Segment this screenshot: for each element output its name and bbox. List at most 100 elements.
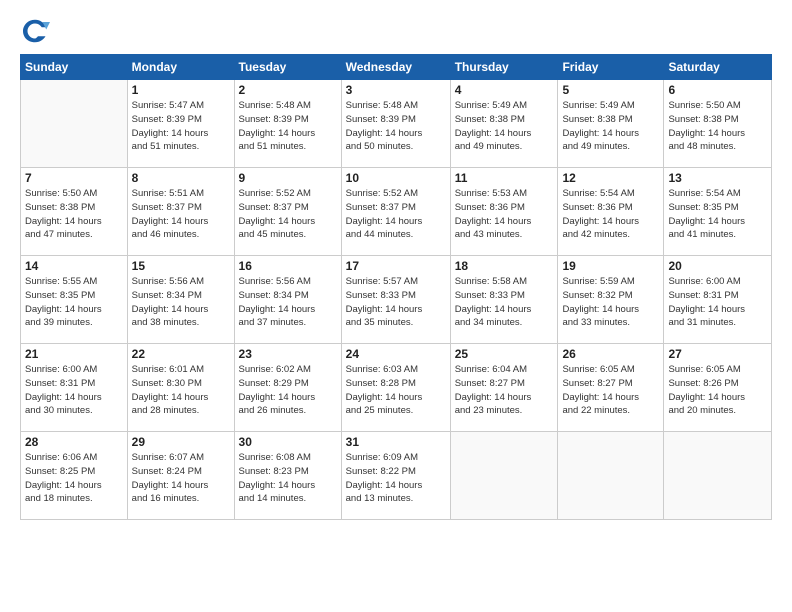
calendar-week-row: 28 Sunrise: 6:06 AM Sunset: 8:25 PM Dayli… bbox=[21, 432, 772, 520]
day-number: 11 bbox=[455, 171, 554, 185]
calendar-cell: 6 Sunrise: 5:50 AM Sunset: 8:38 PM Daylig… bbox=[664, 80, 772, 168]
day-number: 25 bbox=[455, 347, 554, 361]
calendar-cell: 15Sunrise: 5:56 AM Sunset: 8:34 PM Dayli… bbox=[127, 256, 234, 344]
day-info: Sunrise: 5:48 AM Sunset: 8:39 PM Dayligh… bbox=[239, 99, 337, 154]
calendar-cell bbox=[558, 432, 664, 520]
calendar-body: 1 Sunrise: 5:47 AM Sunset: 8:39 PM Daylig… bbox=[21, 80, 772, 520]
day-number: 21 bbox=[25, 347, 123, 361]
day-number: 8 bbox=[132, 171, 230, 185]
day-info: Sunrise: 5:53 AM Sunset: 8:36 PM Dayligh… bbox=[455, 187, 554, 242]
day-info: Sunrise: 5:51 AM Sunset: 8:37 PM Dayligh… bbox=[132, 187, 230, 242]
day-number: 7 bbox=[25, 171, 123, 185]
day-number: 1 bbox=[132, 83, 230, 97]
day-number: 22 bbox=[132, 347, 230, 361]
day-number: 20 bbox=[668, 259, 767, 273]
day-number: 14 bbox=[25, 259, 123, 273]
logo bbox=[20, 16, 54, 46]
calendar-cell: 12 Sunrise: 5:54 AM Sunset: 8:36 PM Dayli… bbox=[558, 168, 664, 256]
calendar-cell: 17 Sunrise: 5:57 AM Sunset: 8:33 PM Dayli… bbox=[341, 256, 450, 344]
day-info: Sunrise: 5:47 AM Sunset: 8:39 PM Dayligh… bbox=[132, 99, 230, 154]
day-number: 24 bbox=[346, 347, 446, 361]
day-info: Sunrise: 6:01 AM Sunset: 8:30 PM Dayligh… bbox=[132, 363, 230, 418]
calendar-header: SundayMondayTuesdayWednesdayThursdayFrid… bbox=[21, 55, 772, 80]
logo-icon bbox=[20, 16, 50, 46]
day-info: Sunrise: 5:50 AM Sunset: 8:38 PM Dayligh… bbox=[25, 187, 123, 242]
day-number: 12 bbox=[562, 171, 659, 185]
weekday-header: Thursday bbox=[450, 55, 558, 80]
day-number: 29 bbox=[132, 435, 230, 449]
calendar-cell: 29 Sunrise: 6:07 AM Sunset: 8:24 PM Dayli… bbox=[127, 432, 234, 520]
day-number: 23 bbox=[239, 347, 337, 361]
day-info: Sunrise: 5:58 AM Sunset: 8:33 PM Dayligh… bbox=[455, 275, 554, 330]
day-info: Sunrise: 5:59 AM Sunset: 8:32 PM Dayligh… bbox=[562, 275, 659, 330]
calendar-cell: 25 Sunrise: 6:04 AM Sunset: 8:27 PM Dayli… bbox=[450, 344, 558, 432]
day-info: Sunrise: 6:00 AM Sunset: 8:31 PM Dayligh… bbox=[25, 363, 123, 418]
calendar-cell: 18 Sunrise: 5:58 AM Sunset: 8:33 PM Dayli… bbox=[450, 256, 558, 344]
calendar-cell: 1 Sunrise: 5:47 AM Sunset: 8:39 PM Daylig… bbox=[127, 80, 234, 168]
calendar-cell: 2Sunrise: 5:48 AM Sunset: 8:39 PM Daylig… bbox=[234, 80, 341, 168]
day-info: Sunrise: 5:50 AM Sunset: 8:38 PM Dayligh… bbox=[668, 99, 767, 154]
day-info: Sunrise: 6:00 AM Sunset: 8:31 PM Dayligh… bbox=[668, 275, 767, 330]
day-info: Sunrise: 5:49 AM Sunset: 8:38 PM Dayligh… bbox=[562, 99, 659, 154]
calendar-cell: 31 Sunrise: 6:09 AM Sunset: 8:22 PM Dayli… bbox=[341, 432, 450, 520]
day-number: 31 bbox=[346, 435, 446, 449]
day-number: 18 bbox=[455, 259, 554, 273]
weekday-header: Sunday bbox=[21, 55, 128, 80]
calendar-cell: 28 Sunrise: 6:06 AM Sunset: 8:25 PM Dayli… bbox=[21, 432, 128, 520]
calendar-cell: 24 Sunrise: 6:03 AM Sunset: 8:28 PM Dayli… bbox=[341, 344, 450, 432]
day-number: 19 bbox=[562, 259, 659, 273]
calendar-week-row: 1 Sunrise: 5:47 AM Sunset: 8:39 PM Daylig… bbox=[21, 80, 772, 168]
day-number: 4 bbox=[455, 83, 554, 97]
calendar-week-row: 7 Sunrise: 5:50 AM Sunset: 8:38 PM Daylig… bbox=[21, 168, 772, 256]
day-number: 6 bbox=[668, 83, 767, 97]
calendar-cell: 26Sunrise: 6:05 AM Sunset: 8:27 PM Dayli… bbox=[558, 344, 664, 432]
calendar-cell: 23 Sunrise: 6:02 AM Sunset: 8:29 PM Dayli… bbox=[234, 344, 341, 432]
day-number: 28 bbox=[25, 435, 123, 449]
day-info: Sunrise: 6:08 AM Sunset: 8:23 PM Dayligh… bbox=[239, 451, 337, 506]
calendar-cell bbox=[664, 432, 772, 520]
day-number: 3 bbox=[346, 83, 446, 97]
calendar-cell: 22 Sunrise: 6:01 AM Sunset: 8:30 PM Dayli… bbox=[127, 344, 234, 432]
weekday-header: Wednesday bbox=[341, 55, 450, 80]
weekday-header: Friday bbox=[558, 55, 664, 80]
day-number: 17 bbox=[346, 259, 446, 273]
calendar-cell: 11 Sunrise: 5:53 AM Sunset: 8:36 PM Dayli… bbox=[450, 168, 558, 256]
day-info: Sunrise: 6:06 AM Sunset: 8:25 PM Dayligh… bbox=[25, 451, 123, 506]
day-info: Sunrise: 6:07 AM Sunset: 8:24 PM Dayligh… bbox=[132, 451, 230, 506]
day-info: Sunrise: 6:04 AM Sunset: 8:27 PM Dayligh… bbox=[455, 363, 554, 418]
calendar-cell: 8 Sunrise: 5:51 AM Sunset: 8:37 PM Daylig… bbox=[127, 168, 234, 256]
calendar-cell: 21 Sunrise: 6:00 AM Sunset: 8:31 PM Dayli… bbox=[21, 344, 128, 432]
day-number: 26 bbox=[562, 347, 659, 361]
day-info: Sunrise: 5:52 AM Sunset: 8:37 PM Dayligh… bbox=[346, 187, 446, 242]
day-info: Sunrise: 5:54 AM Sunset: 8:36 PM Dayligh… bbox=[562, 187, 659, 242]
day-number: 27 bbox=[668, 347, 767, 361]
calendar-cell: 13Sunrise: 5:54 AM Sunset: 8:35 PM Dayli… bbox=[664, 168, 772, 256]
day-info: Sunrise: 6:02 AM Sunset: 8:29 PM Dayligh… bbox=[239, 363, 337, 418]
header bbox=[20, 16, 772, 46]
day-info: Sunrise: 6:09 AM Sunset: 8:22 PM Dayligh… bbox=[346, 451, 446, 506]
day-info: Sunrise: 5:57 AM Sunset: 8:33 PM Dayligh… bbox=[346, 275, 446, 330]
calendar-cell bbox=[450, 432, 558, 520]
calendar-week-row: 21 Sunrise: 6:00 AM Sunset: 8:31 PM Dayli… bbox=[21, 344, 772, 432]
calendar-table: SundayMondayTuesdayWednesdayThursdayFrid… bbox=[20, 54, 772, 520]
calendar-cell: 20 Sunrise: 6:00 AM Sunset: 8:31 PM Dayli… bbox=[664, 256, 772, 344]
day-info: Sunrise: 5:56 AM Sunset: 8:34 PM Dayligh… bbox=[132, 275, 230, 330]
day-number: 10 bbox=[346, 171, 446, 185]
day-number: 9 bbox=[239, 171, 337, 185]
day-info: Sunrise: 5:49 AM Sunset: 8:38 PM Dayligh… bbox=[455, 99, 554, 154]
weekday-header: Monday bbox=[127, 55, 234, 80]
weekday-row: SundayMondayTuesdayWednesdayThursdayFrid… bbox=[21, 55, 772, 80]
calendar-cell: 16Sunrise: 5:56 AM Sunset: 8:34 PM Dayli… bbox=[234, 256, 341, 344]
weekday-header: Tuesday bbox=[234, 55, 341, 80]
calendar-cell: 4 Sunrise: 5:49 AM Sunset: 8:38 PM Daylig… bbox=[450, 80, 558, 168]
calendar-week-row: 14 Sunrise: 5:55 AM Sunset: 8:35 PM Dayli… bbox=[21, 256, 772, 344]
calendar-cell: 19 Sunrise: 5:59 AM Sunset: 8:32 PM Dayli… bbox=[558, 256, 664, 344]
day-number: 13 bbox=[668, 171, 767, 185]
day-info: Sunrise: 5:52 AM Sunset: 8:37 PM Dayligh… bbox=[239, 187, 337, 242]
page: SundayMondayTuesdayWednesdayThursdayFrid… bbox=[0, 0, 792, 612]
calendar-cell: 14 Sunrise: 5:55 AM Sunset: 8:35 PM Dayli… bbox=[21, 256, 128, 344]
day-info: Sunrise: 5:55 AM Sunset: 8:35 PM Dayligh… bbox=[25, 275, 123, 330]
weekday-header: Saturday bbox=[664, 55, 772, 80]
day-info: Sunrise: 6:03 AM Sunset: 8:28 PM Dayligh… bbox=[346, 363, 446, 418]
calendar-cell: 10 Sunrise: 5:52 AM Sunset: 8:37 PM Dayli… bbox=[341, 168, 450, 256]
